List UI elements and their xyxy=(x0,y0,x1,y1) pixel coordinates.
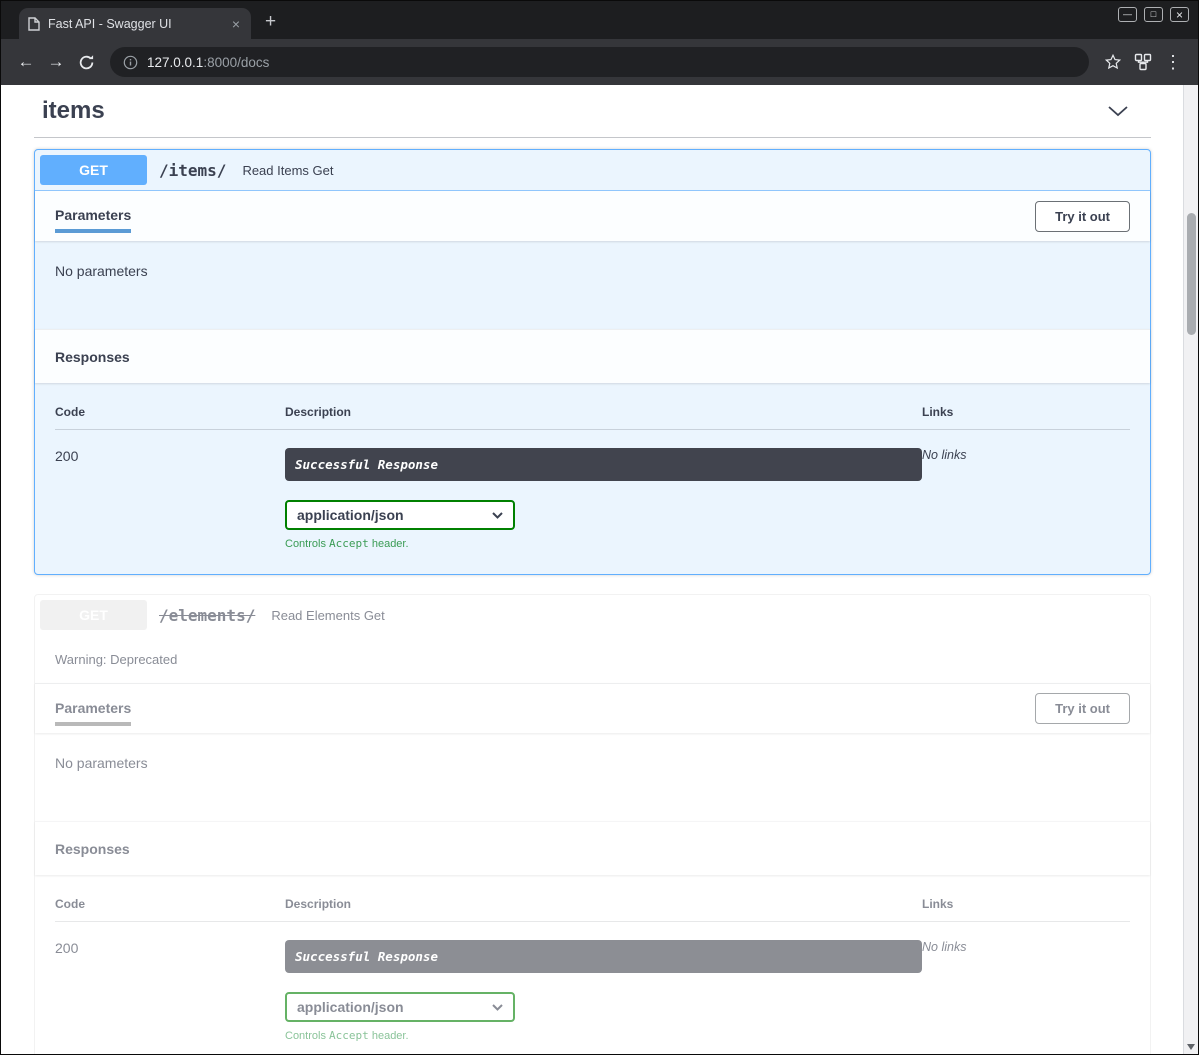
accept-header-note: Controls Accept header. xyxy=(285,537,922,550)
response-description-box: Successful Response xyxy=(285,940,922,973)
media-type-select[interactable]: application/json xyxy=(285,992,515,1022)
media-type-select[interactable]: application/json xyxy=(285,500,515,530)
forward-button[interactable]: → xyxy=(41,47,71,77)
browser-window: Fast API - Swagger UI × + — □ × ← → 127.… xyxy=(0,0,1199,1055)
site-info-icon[interactable] xyxy=(123,55,138,70)
responses-header-row: Responses xyxy=(35,821,1150,875)
window-close-button[interactable]: × xyxy=(1170,7,1189,22)
select-chevron-icon xyxy=(492,512,503,519)
accept-header-note: Controls Accept header. xyxy=(285,1029,922,1042)
address-bar[interactable]: 127.0.0.1:8000/docs xyxy=(110,47,1089,77)
response-code-cell: 200 xyxy=(55,430,285,550)
responses-heading: Responses xyxy=(55,841,130,857)
responses-table: Code Description Links 200 Successful Re… xyxy=(35,383,1150,574)
parameters-body: No parameters xyxy=(35,733,1150,821)
window-maximize-button[interactable]: □ xyxy=(1144,7,1163,22)
try-it-out-button[interactable]: Try it out xyxy=(1035,201,1130,232)
response-links-cell: No links xyxy=(922,922,1130,1042)
deprecated-warning: Warning: Deprecated xyxy=(35,635,1150,683)
responses-table: Code Description Links 200 Successful Re… xyxy=(35,875,1150,1054)
response-code-cell: 200 xyxy=(55,922,285,1042)
tab-groups-icon[interactable] xyxy=(1128,47,1158,77)
parameters-header-row: Parameters Try it out xyxy=(35,191,1150,241)
description-column-header: Description xyxy=(285,897,922,922)
code-column-header: Code xyxy=(55,405,285,430)
scrollbar[interactable] xyxy=(1183,85,1198,1054)
tab-parameters[interactable]: Parameters xyxy=(55,700,131,718)
http-method-badge: GET xyxy=(40,155,147,185)
try-it-out-button[interactable]: Try it out xyxy=(1035,693,1130,724)
page-favicon-icon xyxy=(28,17,40,31)
tab-parameters[interactable]: Parameters xyxy=(55,207,131,225)
no-parameters-text: No parameters xyxy=(55,263,1130,279)
accept-code: Accept xyxy=(329,537,369,550)
code-column-header: Code xyxy=(55,897,285,922)
opblock-summary-items[interactable]: GET /items/ Read Items Get xyxy=(35,150,1150,191)
new-tab-button[interactable]: + xyxy=(265,12,276,31)
media-type-value: application/json xyxy=(297,999,404,1015)
opblock-body: Parameters Try it out No parameters Resp… xyxy=(35,683,1150,1054)
accept-note-prefix: Controls xyxy=(285,538,329,550)
response-description-cell: Successful Response application/json Con… xyxy=(285,430,922,550)
back-button[interactable]: ← xyxy=(11,47,41,77)
browser-tab[interactable]: Fast API - Swagger UI × xyxy=(19,8,251,39)
select-chevron-icon xyxy=(492,1004,503,1011)
parameters-tab-label: Parameters xyxy=(55,207,131,223)
opblock-get-elements-deprecated: GET /elements/ Read Elements Get Warning… xyxy=(34,594,1151,1054)
swagger-page: items GET /items/ Read Items Get Paramet… xyxy=(1,85,1198,1054)
response-description-cell: Successful Response application/json Con… xyxy=(285,922,922,1042)
http-method-badge: GET xyxy=(40,600,147,630)
window-titlebar: Fast API - Swagger UI × + — □ × xyxy=(1,1,1198,39)
accept-note-suffix: header. xyxy=(369,1030,409,1042)
browser-toolbar: ← → 127.0.0.1:8000/docs ⋮ xyxy=(1,39,1198,85)
media-type-value: application/json xyxy=(297,507,404,523)
accept-note-suffix: header. xyxy=(369,538,409,550)
tab-close-icon[interactable]: × xyxy=(230,17,242,31)
tag-section-header[interactable]: items xyxy=(34,89,1151,138)
window-minimize-button[interactable]: — xyxy=(1118,7,1137,22)
url-text: 127.0.0.1:8000/docs xyxy=(147,55,269,70)
menu-kebab-icon[interactable]: ⋮ xyxy=(1158,47,1188,77)
endpoint-path: /items/ xyxy=(153,161,232,180)
bookmark-star-icon[interactable] xyxy=(1098,47,1128,77)
parameters-body: No parameters xyxy=(35,241,1150,329)
links-column-header: Links xyxy=(922,897,1130,922)
tab-title: Fast API - Swagger UI xyxy=(48,17,222,31)
endpoint-summary: Read Items Get xyxy=(238,163,333,178)
page-content: items GET /items/ Read Items Get Paramet… xyxy=(1,85,1198,1054)
links-column-header: Links xyxy=(922,405,1130,430)
opblock-summary-elements[interactable]: GET /elements/ Read Elements Get xyxy=(35,595,1150,635)
endpoint-summary: Read Elements Get xyxy=(267,608,384,623)
accept-note-prefix: Controls xyxy=(285,1030,329,1042)
section-title: items xyxy=(42,97,105,125)
endpoint-path: /elements/ xyxy=(153,606,261,625)
description-column-header: Description xyxy=(285,405,922,430)
scrollbar-down-arrow[interactable] xyxy=(1187,1044,1195,1050)
no-parameters-text: No parameters xyxy=(55,755,1130,771)
section-collapse-chevron-icon[interactable] xyxy=(1107,105,1139,117)
parameters-tab-label: Parameters xyxy=(55,700,131,716)
responses-header-row: Responses xyxy=(35,329,1150,383)
parameters-header-row: Parameters Try it out xyxy=(35,683,1150,733)
opblock-get-items: GET /items/ Read Items Get Parameters Tr… xyxy=(34,149,1151,575)
response-description-box: Successful Response xyxy=(285,448,922,481)
opblock-body: Parameters Try it out No parameters Resp… xyxy=(35,191,1150,574)
url-host: 127.0.0.1 xyxy=(147,55,203,70)
scrollbar-thumb[interactable] xyxy=(1187,213,1196,335)
response-links-cell: No links xyxy=(922,430,1130,550)
url-path: :8000/docs xyxy=(203,55,269,70)
window-controls: — □ × xyxy=(1118,7,1189,22)
reload-button[interactable] xyxy=(71,47,101,77)
accept-code: Accept xyxy=(329,1029,369,1042)
responses-heading: Responses xyxy=(55,349,130,365)
